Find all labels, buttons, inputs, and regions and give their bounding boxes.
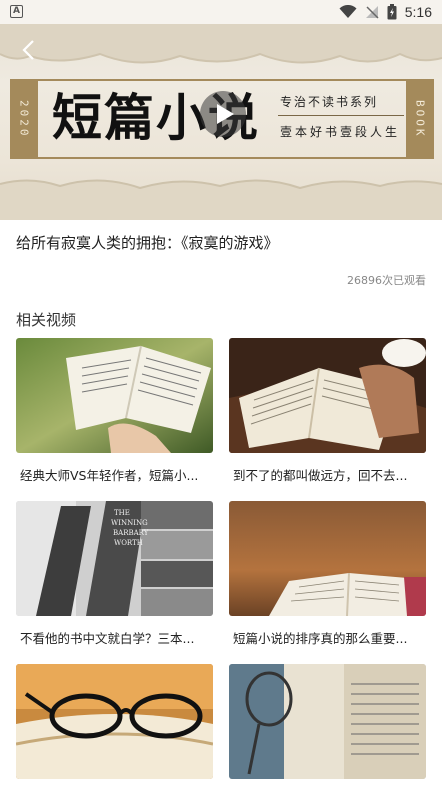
related-video-card[interactable]: THE WINNING BARBARY WORTH 不看他的书中文就白学？三本... xyxy=(16,501,213,647)
back-button[interactable] xyxy=(18,38,40,62)
play-icon xyxy=(217,104,234,124)
video-card-title: 到不了的都叫做远方，回不去... xyxy=(233,468,408,483)
related-video-card[interactable]: 经典大师VS年轻作者，短篇小... xyxy=(16,338,213,484)
svg-text:WORTH: WORTH xyxy=(114,539,143,547)
related-video-card[interactable]: 到不了的都叫做远方，回不去... xyxy=(229,338,426,484)
video-thumbnail xyxy=(229,338,426,453)
video-thumbnail xyxy=(229,664,426,779)
banner-subtitle-1: 专治不读书系列 xyxy=(280,95,379,109)
frame-bottom-rule xyxy=(38,157,406,159)
torn-paper-top xyxy=(0,24,442,64)
banner-subtitle-rule xyxy=(278,115,404,116)
chevron-left-icon xyxy=(22,40,34,60)
video-player[interactable]: 2020 短篇小说 专治不读书系列 壹本好书壹段人生 BOOK xyxy=(0,24,442,220)
video-thumbnail: THE WINNING BARBARY WORTH xyxy=(16,501,213,616)
status-icons: 5:16 xyxy=(339,3,432,21)
play-button[interactable] xyxy=(200,91,246,137)
notification-icon: A xyxy=(10,5,23,18)
related-videos-heading: 相关视频 xyxy=(16,311,77,329)
view-count: 26896次已观看 xyxy=(347,274,426,287)
banner-side-word: BOOK xyxy=(413,99,427,139)
video-thumbnail xyxy=(229,501,426,616)
svg-text:THE: THE xyxy=(114,509,130,517)
banner-subtitle-2: 壹本好书壹段人生 xyxy=(280,125,401,139)
related-video-card[interactable] xyxy=(229,664,426,787)
video-card-title: 短篇小说的排序真的那么重要... xyxy=(233,631,408,646)
frame-left-panel: 2020 xyxy=(10,79,38,159)
frame-right-panel: BOOK xyxy=(406,79,434,159)
frame-top-rule xyxy=(38,79,406,81)
video-title: 给所有寂寞人类的拥抱：《寂寞的游戏》 xyxy=(16,234,279,252)
svg-text:WINNING: WINNING xyxy=(111,519,148,527)
status-bar: A 5:16 xyxy=(0,0,442,24)
related-video-card[interactable] xyxy=(16,664,213,787)
clock: 5:16 xyxy=(404,4,432,20)
banner-year: 2020 xyxy=(17,99,31,139)
svg-text:BARBARY: BARBARY xyxy=(113,529,149,537)
no-signal-icon xyxy=(365,6,379,19)
banner-artwork: 2020 短篇小说 专治不读书系列 壹本好书壹段人生 BOOK xyxy=(10,79,434,159)
wifi-icon xyxy=(339,5,357,18)
video-thumbnail xyxy=(16,664,213,779)
video-thumbnail xyxy=(16,338,213,453)
video-card-title: 不看他的书中文就白学？三本... xyxy=(20,631,195,646)
video-card-title: 经典大师VS年轻作者，短篇小... xyxy=(20,468,199,483)
torn-paper-bottom xyxy=(0,179,442,220)
battery-charging-icon xyxy=(387,4,397,20)
related-video-card[interactable]: 短篇小说的排序真的那么重要... xyxy=(229,501,426,647)
